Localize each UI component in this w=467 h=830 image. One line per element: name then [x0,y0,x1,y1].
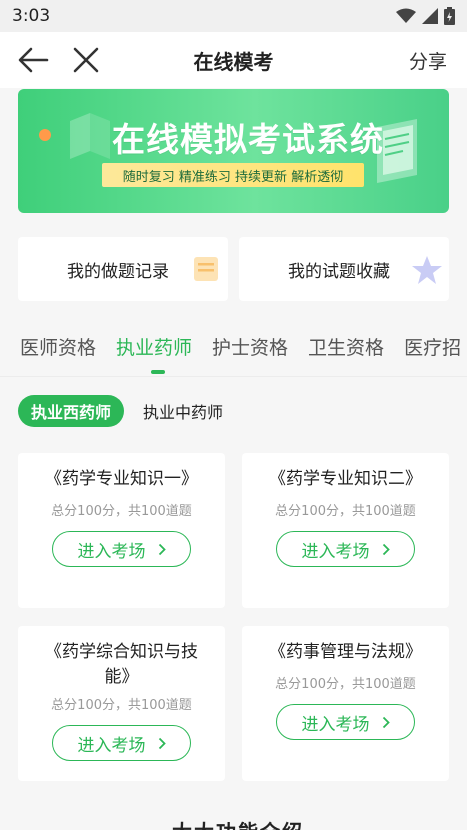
enter-exam-label: 进入考场 [301,541,370,562]
banner-subtitle: 随时复习 精准练习 持续更新 解析透彻 [102,163,364,187]
exam-title: 《药学综合知识与技能》 [45,642,198,687]
screen-illustration-icon [377,119,417,183]
enter-exam-label: 进入考场 [77,735,146,756]
subtab-western-pharmacist[interactable]: 执业西药师 [18,395,125,427]
exam-meta: 总分100分，共100道题 [51,698,192,713]
wifi-icon [396,8,416,23]
chevron-right-icon [158,737,166,749]
exam-card: 《药学专业知识二》 总分100分，共100道题 进入考场 [242,453,449,608]
exam-card: 《药学综合知识与技能》 总分100分，共100道题 进入考场 [18,626,225,781]
enter-exam-button[interactable]: 进入考场 [276,531,415,567]
star-icon [412,256,442,284]
nav-bar: 在线模考 分享 [0,32,467,88]
signal-icon [422,8,438,24]
enter-exam-label: 进入考场 [77,541,146,562]
active-tab-indicator [151,370,165,374]
exam-meta: 总分100分，共100道题 [51,504,192,519]
battery-icon [444,7,455,25]
exam-title: 《药学专业知识一》 [45,469,198,489]
promo-banner[interactable]: 在线模拟考试系统 随时复习 精准练习 持续更新 解析透彻 [18,89,449,213]
my-favorites-card[interactable]: 我的试题收藏 [239,237,449,301]
status-icons [396,7,455,25]
tab-health[interactable]: 卫生资格 [308,333,384,360]
exam-title: 《药学专业知识二》 [269,469,422,489]
chevron-right-icon [382,543,390,555]
chevron-right-icon [158,543,166,555]
banner-title: 在线模拟考试系统 [112,120,384,159]
exam-meta: 总分100分，共100道题 [275,504,416,519]
exam-title: 《药事管理与法规》 [269,642,422,662]
chevron-right-icon [382,716,390,728]
share-button[interactable]: 分享 [409,47,447,74]
tab-medical-recruitment[interactable]: 医疗招 [404,333,461,360]
exam-card: 《药事管理与法规》 总分100分，共100道题 进入考场 [242,626,449,781]
exam-meta: 总分100分，共100道题 [275,677,416,692]
banner-cubes-decoration [70,113,110,159]
section-heading: 大大功能介绍 [172,816,304,830]
category-tabs: 医师资格 执业药师 护士资格 卫生资格 医疗招 [0,318,467,374]
tab-nurse[interactable]: 护士资格 [212,333,288,360]
subtabs: 执业西药师 执业中药师 [18,395,236,427]
status-bar: 3:03 [0,0,467,32]
enter-exam-button[interactable]: 进入考场 [52,531,191,567]
document-icon [194,257,218,281]
quick-link-label: 我的做题记录 [67,261,169,282]
enter-exam-label: 进入考场 [301,714,370,735]
tab-licensed-pharmacist[interactable]: 执业药师 [116,333,192,360]
my-practice-records-card[interactable]: 我的做题记录 [18,237,228,301]
status-time: 3:03 [12,6,51,26]
exam-card: 《药学专业知识一》 总分100分，共100道题 进入考场 [18,453,225,608]
divider [0,376,467,377]
quick-link-label: 我的试题收藏 [288,261,390,282]
banner-dot-decoration [39,129,51,141]
close-icon[interactable] [70,44,102,76]
back-arrow-icon[interactable] [16,44,50,76]
tab-physician[interactable]: 医师资格 [20,333,96,360]
enter-exam-button[interactable]: 进入考场 [276,704,415,740]
subtab-chinese-pharmacist[interactable]: 执业中药师 [130,395,236,427]
enter-exam-button[interactable]: 进入考场 [52,725,191,761]
